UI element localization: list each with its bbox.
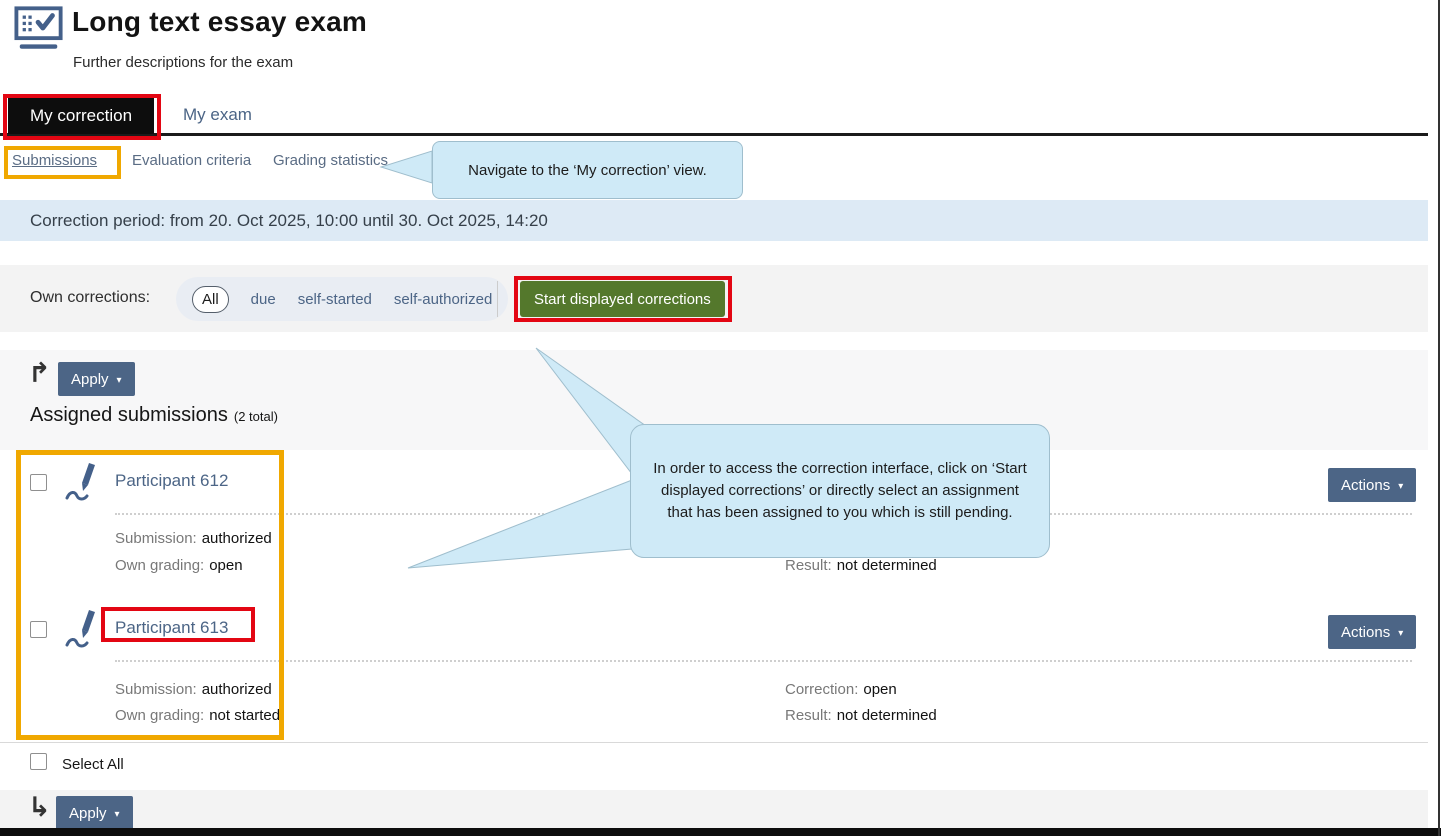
own-grading-status: Own grading:not started	[115, 707, 280, 724]
own-corrections-filter-group: All due self-started self-authorized	[176, 277, 508, 321]
handwriting-pen-icon	[62, 606, 102, 657]
correction-status: Correction:open	[785, 681, 897, 698]
correction-period-text: Correction period: from 20. Oct 2025, 10…	[30, 211, 548, 231]
actions-button-participant-613[interactable]: Actions ▾	[1328, 615, 1416, 649]
select-all-checkbox[interactable]	[30, 753, 47, 770]
caret-down-icon: ▾	[117, 375, 122, 386]
assigned-submissions-heading: Assigned submissions (2 total)	[30, 404, 278, 427]
filter-option-all[interactable]: All	[192, 286, 229, 313]
arrow-down-right-icon: ↳	[28, 792, 51, 823]
subtab-submissions[interactable]: Submissions	[12, 152, 97, 169]
actions-label: Actions	[1341, 477, 1390, 494]
row-separator	[115, 660, 1412, 662]
correction-period-infobar: Correction period: from 20. Oct 2025, 10…	[0, 200, 1428, 241]
page-title: Long text essay exam	[72, 6, 367, 38]
submission-status: Submission:authorized	[115, 681, 272, 698]
bottom-toolbar-band	[0, 790, 1428, 828]
submission-status: Submission:authorized	[115, 530, 272, 547]
handwriting-pen-icon	[62, 459, 102, 510]
caret-down-icon: ▾	[115, 809, 120, 820]
callout-start-corrections-help: In order to access the correction interf…	[630, 424, 1050, 558]
tab-underline	[0, 133, 1428, 136]
bottom-border	[0, 828, 1441, 836]
apply-top-button[interactable]: Apply ▾	[58, 362, 135, 396]
participant-613-link[interactable]: Participant 613	[115, 618, 228, 638]
page-subtitle: Further descriptions for the exam	[73, 54, 293, 71]
caret-down-icon: ▾	[1398, 481, 1403, 492]
filter-option-self-authorized[interactable]: self-authorized	[394, 291, 492, 308]
result-status: Result:not determined	[785, 707, 937, 724]
tab-my-exam[interactable]: My exam	[183, 105, 252, 125]
own-corrections-label: Own corrections:	[30, 289, 150, 307]
caret-down-icon: ▾	[1398, 628, 1403, 639]
right-border	[1438, 0, 1440, 836]
actions-label: Actions	[1341, 624, 1390, 641]
filter-option-due[interactable]: due	[251, 291, 276, 308]
apply-bottom-label: Apply	[69, 805, 107, 822]
filter-divider	[497, 281, 498, 317]
filter-option-self-started[interactable]: self-started	[298, 291, 372, 308]
tab-my-correction[interactable]: My correction	[8, 98, 154, 134]
row-checkbox-participant-613[interactable]	[30, 621, 47, 638]
start-displayed-corrections-button[interactable]: Start displayed corrections	[520, 281, 725, 317]
list-bottom-divider	[0, 742, 1428, 743]
own-grading-status: Own grading:open	[115, 557, 243, 574]
apply-top-label: Apply	[71, 371, 109, 388]
heading-count: (2 total)	[234, 409, 278, 424]
select-all-label: Select All	[62, 756, 124, 773]
result-status: Result:not determined	[785, 557, 937, 574]
heading-text: Assigned submissions	[30, 404, 228, 426]
row-checkbox-participant-612[interactable]	[30, 474, 47, 491]
exam-test-icon	[14, 5, 64, 58]
apply-bottom-button[interactable]: Apply ▾	[56, 796, 133, 830]
actions-button-participant-612[interactable]: Actions ▾	[1328, 468, 1416, 502]
arrow-up-right-icon: ↱	[28, 358, 51, 389]
page: Long text essay exam Further description…	[0, 0, 1441, 836]
subtab-evaluation-criteria[interactable]: Evaluation criteria	[132, 152, 251, 169]
subtab-grading-statistics[interactable]: Grading statistics	[273, 152, 388, 169]
participant-612-link[interactable]: Participant 612	[115, 471, 228, 491]
callout-navigate-my-correction: Navigate to the ‘My correction’ view.	[432, 141, 743, 199]
